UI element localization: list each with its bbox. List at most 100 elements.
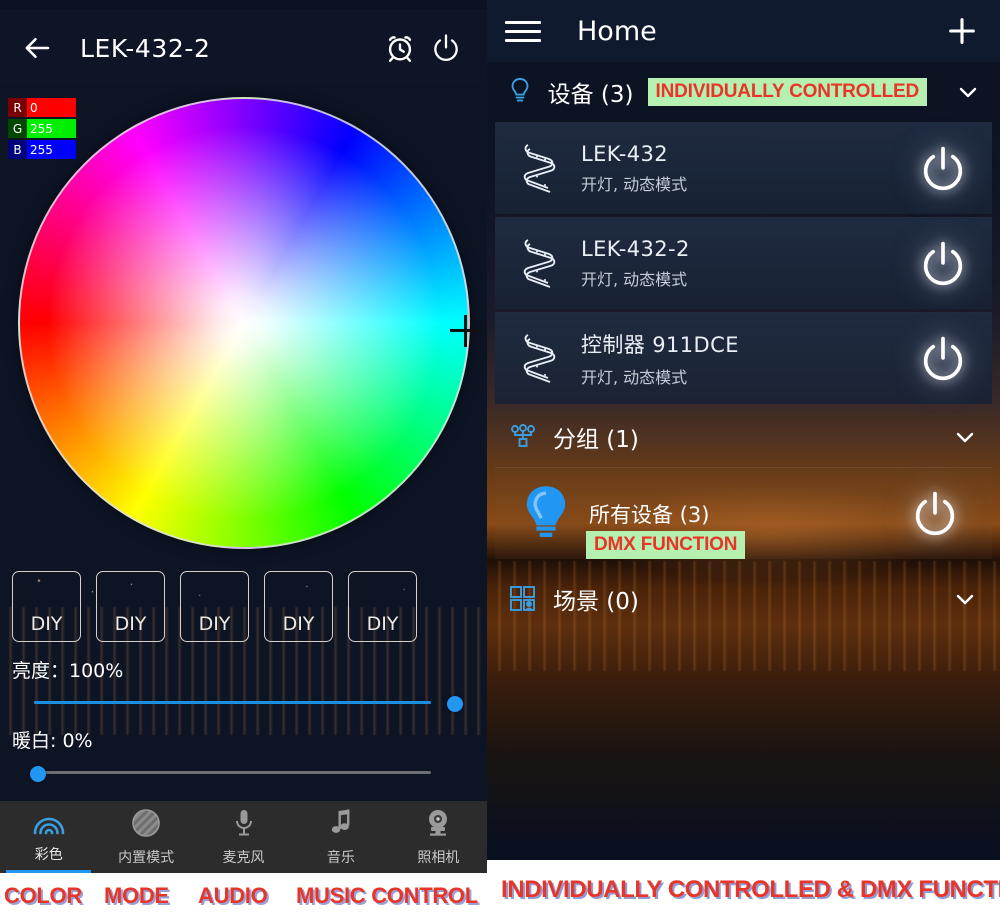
rainbow-icon (32, 811, 66, 840)
rgb-key-r: R (8, 98, 27, 117)
annotation-color: COLOR (4, 883, 82, 908)
diy-preset-row: DIY DIY DIY DIY DIY (0, 571, 487, 642)
annotation-dmx-function-wrapper: DMX FUNCTION (586, 531, 746, 559)
device-info: 控制器 911DCE 开灯, 动态模式 (581, 329, 894, 388)
color-wheel-gradient[interactable] (18, 97, 470, 549)
striped-circle-icon (131, 808, 161, 843)
camera-icon (423, 808, 453, 843)
led-strip-icon (513, 235, 563, 293)
device-row[interactable]: 控制器 911DCE 开灯, 动态模式 (495, 312, 992, 404)
device-list: LEK-432 开灯, 动态模式 LEK-432-2 开灯, 动态模式 控制器 … (487, 122, 1000, 404)
bulb-filled-icon (521, 483, 571, 545)
power-icon[interactable] (423, 25, 469, 71)
tab-color[interactable]: 彩色 (0, 801, 97, 873)
device-info: LEK-432-2 开灯, 动态模式 (581, 237, 894, 290)
diy-preset-button[interactable]: DIY (264, 571, 333, 642)
back-arrow-icon[interactable] (18, 28, 58, 68)
rgb-row-red: R 0 (8, 98, 76, 117)
device-row[interactable]: LEK-432-2 开灯, 动态模式 (495, 217, 992, 309)
tab-microphone[interactable]: 麦克风 (195, 801, 292, 873)
tab-microphone-label: 麦克风 (222, 849, 265, 866)
music-note-icon (328, 808, 354, 843)
group-row[interactable]: 所有设备 (3) DMX FUNCTION (495, 467, 992, 559)
group-tree-icon (507, 422, 539, 452)
annotation-mode: MODE (104, 883, 169, 908)
diy-preset-button[interactable]: DIY (180, 571, 249, 642)
groups-section-header[interactable]: 分组 (1) (487, 407, 1000, 467)
group-name: 所有设备 (3) (589, 502, 710, 527)
brightness-slider[interactable] (12, 694, 475, 712)
devices-section-header[interactable]: 设备 (3) INDIVIDUALLY CONTROLLED (487, 62, 1000, 122)
rgb-value-g: 255 (27, 119, 76, 138)
tab-music-label: 音乐 (326, 849, 355, 866)
led-strip-icon (513, 140, 563, 198)
rgb-row-blue: B 255 (8, 140, 76, 159)
annotation-individually-controlled-and-dmx: INDIVIDUALLY CONTROLLED & DMX FUNCTION (501, 875, 1000, 903)
rgb-readout: R 0 G 255 B 255 (8, 98, 76, 161)
device-status: 开灯, 动态模式 (581, 368, 688, 387)
tab-mode-label: 内置模式 (118, 849, 175, 866)
scenes-section-title: 场景 (0) (553, 589, 639, 615)
rgb-value-b: 255 (27, 140, 76, 159)
color-wheel[interactable] (18, 97, 482, 549)
tab-mode[interactable]: 内置模式 (97, 801, 194, 873)
tab-camera[interactable]: 照相机 (390, 801, 487, 873)
tab-camera-label: 照相机 (417, 849, 460, 866)
groups-section-title: 分组 (1) (553, 427, 639, 453)
device-status: 开灯, 动态模式 (581, 175, 688, 194)
device-header: LEK-432-2 (0, 11, 487, 85)
warm-white-track[interactable] (34, 771, 431, 774)
scene-grid-icon (507, 584, 539, 614)
tab-music[interactable]: 音乐 (292, 801, 389, 873)
app-screenshot: LEK-432-2 R 0 G 255 B 255 DIY DIY DIY DI… (0, 0, 1000, 919)
brightness-label: 亮度：100% (12, 660, 124, 682)
home-title: Home (577, 15, 657, 47)
brightness-fill (34, 701, 431, 704)
device-title: LEK-432-2 (80, 33, 211, 63)
plus-icon[interactable] (942, 11, 982, 51)
diy-preset-button[interactable]: DIY (96, 571, 165, 642)
microphone-icon (231, 808, 257, 843)
diy-preset-button[interactable]: DIY (348, 571, 417, 642)
rgb-key-b: B (8, 140, 27, 159)
status-bar (0, 0, 487, 11)
devices-section-title: 设备 (3) (547, 82, 634, 108)
scenes-section-header[interactable]: 场景 (0) (487, 569, 1000, 629)
annotation-audio: AUDIO (198, 883, 268, 908)
device-power-icon[interactable] (912, 138, 974, 200)
brightness-knob[interactable] (447, 696, 463, 712)
home-header: Home (487, 0, 1000, 62)
right-annotation-bar: INDIVIDUALLY CONTROLLED & DMX FUNCTION (487, 860, 1000, 919)
device-power-icon[interactable] (912, 233, 974, 295)
annotation-music-control: MUSIC CONTROL (296, 883, 478, 908)
annotation-dmx-function: DMX FUNCTION (586, 531, 746, 559)
device-name: 控制器 911DCE (581, 333, 739, 357)
warm-white-knob[interactable] (30, 766, 46, 782)
slider-section: 亮度：100% 暖白: 0% (0, 656, 487, 782)
devices-chevron-down-icon[interactable] (955, 80, 980, 104)
rgb-row-green: G 255 (8, 119, 76, 138)
bottom-tab-bar: 彩色 内置模式 麦克风 音乐 照相机 (0, 801, 487, 873)
rgb-key-g: G (8, 119, 27, 138)
group-power-icon[interactable] (904, 483, 966, 545)
scenes-chevron-down-icon[interactable] (950, 587, 980, 611)
device-info: LEK-432 开灯, 动态模式 (581, 142, 894, 195)
warm-white-slider[interactable] (12, 764, 475, 782)
device-name: LEK-432-2 (581, 237, 690, 261)
warm-white-label: 暖白: 0% (12, 730, 93, 752)
color-picker-area: R 0 G 255 B 255 (0, 85, 487, 565)
groups-chevron-down-icon[interactable] (950, 425, 980, 449)
hamburger-menu-icon[interactable] (505, 16, 541, 46)
color-wheel-cursor[interactable] (450, 315, 482, 347)
left-annotation-bar: COLOR MODE AUDIO MUSIC CONTROL (0, 873, 487, 919)
device-name: LEK-432 (581, 142, 668, 166)
led-strip-icon (513, 330, 563, 388)
device-status: 开灯, 动态模式 (581, 270, 688, 289)
alarm-clock-icon[interactable] (377, 25, 423, 71)
device-row[interactable]: LEK-432 开灯, 动态模式 (495, 122, 992, 214)
device-power-icon[interactable] (912, 328, 974, 390)
annotation-individually-controlled: INDIVIDUALLY CONTROLLED (647, 78, 928, 106)
bulb-outline-icon (507, 77, 534, 107)
diy-preset-button[interactable]: DIY (12, 571, 81, 642)
right-panel-home: Home 设备 (3) INDIVIDUALLY CONTROLLED LEK-… (487, 0, 1000, 919)
